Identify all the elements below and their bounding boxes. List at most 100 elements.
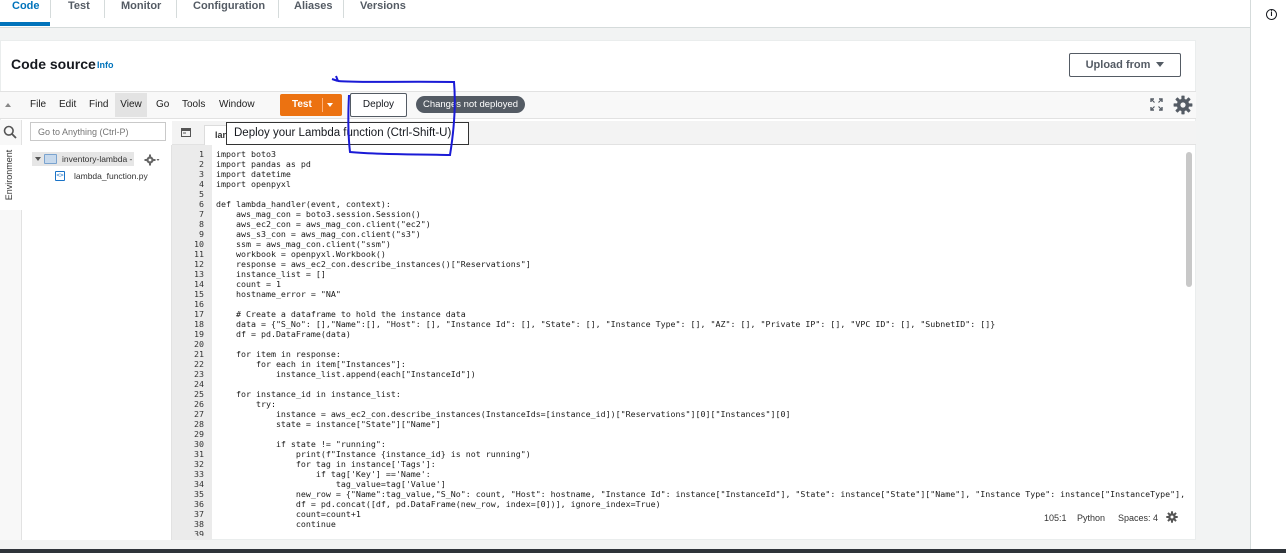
code-line[interactable]: 20 <box>172 339 1184 349</box>
code-line[interactable]: 11 workbook = openpyxl.Workbook() <box>172 249 1184 259</box>
code-line[interactable]: 9 aws_s3_con = aws_mag_con.client("s3") <box>172 229 1184 239</box>
line-number: 24 <box>194 379 204 389</box>
line-text: aws_mag_con = boto3.session.Session() <box>216 209 421 219</box>
line-text: workbook = openpyxl.Workbook() <box>216 249 386 259</box>
line-number: 1 <box>199 149 204 159</box>
line-number: 4 <box>199 179 204 189</box>
line-number: 14 <box>194 279 204 289</box>
menu-find[interactable]: Find <box>85 93 112 117</box>
search-icon[interactable] <box>3 125 17 139</box>
fullscreen-icon[interactable] <box>1150 98 1163 111</box>
menu-view[interactable]: View <box>115 93 147 117</box>
line-text: hostname_error = "NA" <box>216 289 341 299</box>
code-line[interactable]: 17 # Create a dataframe to hold the inst… <box>172 309 1184 319</box>
code-line[interactable]: 15 hostname_error = "NA" <box>172 289 1184 299</box>
code-line[interactable]: 5 <box>172 189 1184 199</box>
collapse-menu-icon[interactable] <box>5 103 11 107</box>
tab-divider <box>278 0 279 18</box>
line-number: 10 <box>194 239 204 249</box>
environment-tab[interactable]: Environment <box>4 145 14 205</box>
line-number: 13 <box>194 269 204 279</box>
code-line[interactable]: 22 for each in item["Instances"]: <box>172 359 1184 369</box>
caret-down-icon <box>1156 62 1165 67</box>
expand-triangle-icon[interactable] <box>35 157 41 161</box>
vertical-scrollbar[interactable] <box>1186 152 1192 287</box>
upload-from-button[interactable]: Upload from <box>1069 53 1181 77</box>
code-line[interactable]: 1 import boto3 <box>172 149 1184 159</box>
code-line[interactable]: 38 continue <box>172 519 1184 529</box>
code-line[interactable]: 32 for tag in instance['Tags']: <box>172 459 1184 469</box>
indent-setting[interactable]: Spaces: 4 <box>1118 510 1158 526</box>
file-lambda-function[interactable]: lambda_function.py <box>74 171 148 181</box>
code-line[interactable]: 12 response = aws_ec2_con.describe_insta… <box>172 259 1184 269</box>
status-gear-icon[interactable] <box>1166 511 1178 523</box>
line-number: 8 <box>199 219 204 229</box>
code-line[interactable]: 2 import pandas as pd <box>172 159 1184 169</box>
line-text: new_row = {"Name":tag_value,"S_No": coun… <box>216 489 1184 499</box>
code-line[interactable]: 37 count=count+1 <box>172 509 1184 519</box>
code-editor[interactable]: 1 import boto3 2 import pandas as pd 3 import… <box>172 149 1184 536</box>
code-line[interactable]: 24 <box>172 379 1184 389</box>
menu-tools[interactable]: Tools <box>178 93 209 117</box>
tree-settings-gear-icon[interactable] <box>144 154 160 166</box>
line-number: 31 <box>194 449 204 459</box>
help-panel-rail <box>1250 0 1286 553</box>
code-line[interactable]: 27 instance = aws_ec2_con.describe_insta… <box>172 409 1184 419</box>
line-number: 29 <box>194 429 204 439</box>
code-line[interactable]: 26 try: <box>172 399 1184 409</box>
menu-go[interactable]: Go <box>152 93 173 117</box>
line-number: 37 <box>194 509 204 519</box>
code-line[interactable]: 31 print(f"Instance {instance_id} is not… <box>172 449 1184 459</box>
code-line[interactable]: 16 <box>172 299 1184 309</box>
code-line[interactable]: 10 ssm = aws_mag_con.client("ssm") <box>172 239 1184 249</box>
line-number: 2 <box>199 159 204 169</box>
code-line[interactable]: 14 count = 1 <box>172 279 1184 289</box>
line-text: for instance_id in instance_list: <box>216 389 401 399</box>
line-text: if state != "running": <box>216 439 386 449</box>
code-line[interactable]: 33 if tag['Key'] =='Name': <box>172 469 1184 479</box>
line-number: 25 <box>194 389 204 399</box>
line-number: 30 <box>194 439 204 449</box>
line-text: aws_ec2_con = aws_mag_con.client("ec2") <box>216 219 431 229</box>
language-mode[interactable]: Python <box>1077 510 1105 526</box>
line-text: response = aws_ec2_con.describe_instance… <box>216 259 531 269</box>
code-line[interactable]: 13 instance_list = [] <box>172 269 1184 279</box>
line-number: 9 <box>199 229 204 239</box>
line-number: 11 <box>194 249 204 259</box>
gear-icon[interactable] <box>1173 95 1193 115</box>
line-text: if tag['Key'] =='Name': <box>216 469 431 479</box>
code-line[interactable]: 23 instance_list.append(each["InstanceId… <box>172 369 1184 379</box>
line-text: for each in item["Instances"]: <box>216 359 406 369</box>
code-line[interactable]: 8 aws_ec2_con = aws_mag_con.client("ec2"… <box>172 219 1184 229</box>
line-number: 20 <box>194 339 204 349</box>
code-line[interactable]: 25 for instance_id in instance_list: <box>172 389 1184 399</box>
code-line[interactable]: 4 import openpyxl <box>172 179 1184 189</box>
menu-window[interactable]: Window <box>215 93 259 117</box>
goto-anything-input[interactable] <box>30 122 166 141</box>
folder-inventory-lambda[interactable]: inventory-lambda - <box>32 152 134 166</box>
code-line[interactable]: 34 tag_value=tag['Value'] <box>172 479 1184 489</box>
tab-list-icon[interactable] <box>181 128 191 137</box>
code-line[interactable]: 30 if state != "running": <box>172 439 1184 449</box>
code-line[interactable]: 3 import datetime <box>172 169 1184 179</box>
code-line[interactable]: 35 new_row = {"Name":tag_value,"S_No": c… <box>172 489 1184 499</box>
code-line[interactable]: 36 df = pd.concat([df, pd.DataFrame(new_… <box>172 499 1184 509</box>
cursor-position[interactable]: 105:1 <box>1044 510 1067 526</box>
code-line[interactable]: 19 df = pd.DataFrame(data) <box>172 329 1184 339</box>
menu-edit[interactable]: Edit <box>55 93 80 117</box>
code-line[interactable]: 21 for item in response: <box>172 349 1184 359</box>
code-line[interactable]: 18 data = {"S_No": [],"Name":[], "Host":… <box>172 319 1184 329</box>
line-number: 19 <box>194 329 204 339</box>
info-link[interactable]: Info <box>97 60 114 70</box>
code-line[interactable]: 6 def lambda_handler(event, context): <box>172 199 1184 209</box>
menu-file[interactable]: File <box>26 93 50 117</box>
code-line[interactable]: 28 state = instance["State"]["Name"] <box>172 419 1184 429</box>
code-line[interactable]: 29 <box>172 429 1184 439</box>
line-number: 35 <box>194 489 204 499</box>
code-line[interactable]: 7 aws_mag_con = boto3.session.Session() <box>172 209 1184 219</box>
info-icon[interactable]: i <box>1266 9 1277 20</box>
line-text: count=count+1 <box>216 509 361 519</box>
line-number: 3 <box>199 169 204 179</box>
code-line[interactable]: 39 <box>172 529 1184 536</box>
line-text: state = instance["State"]["Name"] <box>216 419 441 429</box>
